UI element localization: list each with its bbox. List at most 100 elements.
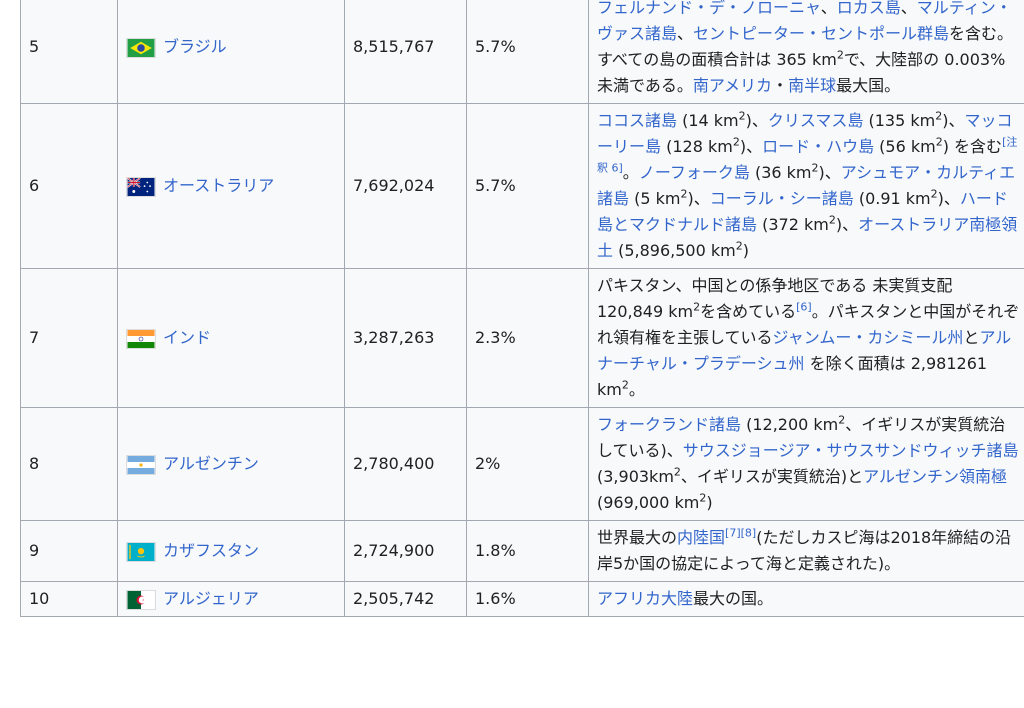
area-cell: 2,724,900 [344, 520, 467, 582]
notes-link[interactable]: フォークランド諸島 [597, 415, 741, 434]
notes-text: )、 [687, 189, 710, 208]
notes-text: (36 km [749, 163, 812, 182]
percent-cell: 2.3% [466, 268, 589, 408]
country-link[interactable]: カザフスタン [163, 541, 259, 560]
notes-link[interactable]: クリスマス島 [768, 111, 864, 130]
rank-cell: 7 [20, 268, 118, 408]
notes-text: 。 [622, 163, 639, 182]
notes-text: ) を含む [942, 137, 1003, 156]
notes-text: 。 [628, 380, 645, 399]
area-cell: 3,287,263 [344, 268, 467, 408]
notes-text: (14 km [677, 111, 739, 130]
superscript: 2 [735, 239, 743, 253]
notes-link[interactable]: 南半球 [788, 76, 836, 95]
india-flag-icon[interactable] [126, 328, 156, 349]
argentina-flag-icon[interactable] [126, 454, 156, 475]
notes-text: (5,896,500 km [613, 241, 736, 260]
notes-text: )、 [942, 111, 965, 130]
notes-text: (969,000 km [597, 493, 700, 512]
notes-cell: フェルナンド・デ・ノローニャ、ロカス島、マルティン・ヴァス諸島、セントピーター・… [588, 0, 1024, 104]
country-cell: アルゼンチン [117, 407, 345, 521]
notes-link[interactable]: ノーフォーク島 [639, 163, 750, 182]
table-row: 7 インド 3,287,263 2.3% パキスタン、中国との係争地区である 未実質支配… [20, 268, 1024, 408]
superscript: 2 [930, 187, 938, 201]
notes-link[interactable]: サウスジョージア・サウスサンドウィッチ諸島 [683, 441, 1019, 460]
notes-text: (0.91 km [853, 189, 931, 208]
notes-link[interactable]: セントピーター・セントポール群島 [693, 24, 949, 43]
notes-cell: アフリカ大陸最大の国。 [588, 581, 1024, 617]
notes-text: 、 [820, 0, 837, 17]
rank-cell: 8 [20, 407, 118, 521]
country-link[interactable]: アルゼンチン [163, 454, 259, 473]
notes-text: (5 km [629, 189, 681, 208]
superscript: 2 [732, 135, 740, 149]
superscript: 2 [836, 48, 844, 62]
notes-link[interactable]: ロード・ハウ島 [762, 137, 874, 156]
notes-link[interactable]: 南アメリカ [693, 76, 772, 95]
notes-link[interactable]: アフリカ大陸 [597, 589, 693, 608]
notes-text: 世界最大の [597, 528, 678, 547]
notes-link[interactable]: アルゼンチン領南極 [863, 467, 1007, 486]
percent-cell: 5.7% [466, 0, 589, 104]
notes-text: ) [706, 493, 713, 512]
area-cell: 8,515,767 [344, 0, 467, 104]
rank-cell: 6 [20, 103, 118, 269]
country-cell: カザフスタン [117, 520, 345, 582]
notes-cell: 世界最大の内陸国[7][8](ただしカスピ海は2018年締結の沿岸5か国の協定に… [588, 520, 1024, 582]
kazakhstan-flag-icon[interactable] [126, 541, 156, 562]
notes-text: (128 km [661, 137, 733, 156]
country-link[interactable]: アルジェリア [163, 589, 259, 608]
reference-link[interactable]: [6] [796, 301, 812, 314]
australia-flag-icon[interactable] [126, 176, 156, 197]
notes-text: を含めている [700, 302, 797, 321]
area-cell: 2,780,400 [344, 407, 467, 521]
notes-text: (135 km [863, 111, 936, 130]
rank-cell: 10 [20, 581, 118, 617]
notes-text: )、 [835, 215, 859, 234]
notes-text: と [963, 328, 980, 347]
reference-link[interactable]: [8] [741, 527, 757, 540]
notes-link[interactable]: ジャンムー・カシミール州 [773, 328, 964, 347]
notes-cell: ココス諸島 (14 km2)、クリスマス島 (135 km2)、マッコーリー島 … [588, 103, 1024, 269]
table-row: 8 アルゼンチン 2,780,400 2% フォークランド諸島 (12,200 km 2、… [20, 407, 1024, 521]
percent-cell: 1.6% [466, 581, 589, 617]
superscript: 2 [828, 213, 836, 227]
superscript: 2 [621, 378, 629, 392]
reference-link[interactable]: [7] [725, 527, 741, 540]
notes-text: 、イギリスが実質統治)と [680, 467, 864, 486]
percent-cell: 1.8% [466, 520, 589, 582]
country-cell: ブラジル [117, 0, 345, 104]
brazil-flag-icon[interactable] [126, 37, 156, 58]
notes-link[interactable]: コーラル・シー諸島 [710, 189, 854, 208]
percent-cell: 2% [466, 407, 589, 521]
country-link[interactable]: オーストラリア [163, 176, 274, 195]
notes-text: )、 [745, 111, 768, 130]
percent-cell: 5.7% [466, 103, 589, 269]
country-link[interactable]: ブラジル [163, 37, 227, 56]
notes-text: (12,200 km [741, 415, 839, 434]
superscript: 2 [738, 109, 746, 123]
superscript: 2 [673, 465, 681, 479]
area-cell: 2,505,742 [344, 581, 467, 617]
algeria-flag-icon[interactable] [126, 589, 156, 610]
notes-text: 、 [677, 24, 694, 43]
notes-link[interactable]: ロカス島 [837, 0, 901, 17]
notes-cell: パキスタン、中国との係争地区である 未実質支配 120,849 km2を含めてい… [588, 268, 1024, 408]
notes-text: 、 [900, 0, 917, 17]
notes-text: ・ [772, 76, 789, 95]
notes-link[interactable]: 内陸国 [677, 528, 725, 547]
notes-text: 最大国。 [836, 76, 901, 95]
country-link[interactable]: インド [163, 328, 211, 347]
table-row: 6 オーストラリア 7,692,024 5.7% ココス諸島 (14 km2)、クリスマ… [20, 103, 1024, 269]
rank-cell: 5 [20, 0, 118, 104]
rank-cell: 9 [20, 520, 118, 582]
table-row: 5 ブラジル 8,515,767 5.7% フェルナンド・デ・ノローニャ、ロカス島、マル… [20, 0, 1024, 104]
country-cell: インド [117, 268, 345, 408]
table-row: 10 アルジェリア 2,505,742 1.6% アフリカ大陸最大の国。 [20, 581, 1024, 617]
area-cell: 7,692,024 [344, 103, 467, 269]
notes-cell: フォークランド諸島 (12,200 km2、イギリスが実質統治している)、サウス… [588, 407, 1024, 521]
country-cell: アルジェリア [117, 581, 345, 617]
notes-text: (3,903km [597, 467, 674, 486]
notes-link[interactable]: ココス諸島 [597, 111, 677, 130]
notes-link[interactable]: フェルナンド・デ・ノローニャ [597, 0, 821, 17]
